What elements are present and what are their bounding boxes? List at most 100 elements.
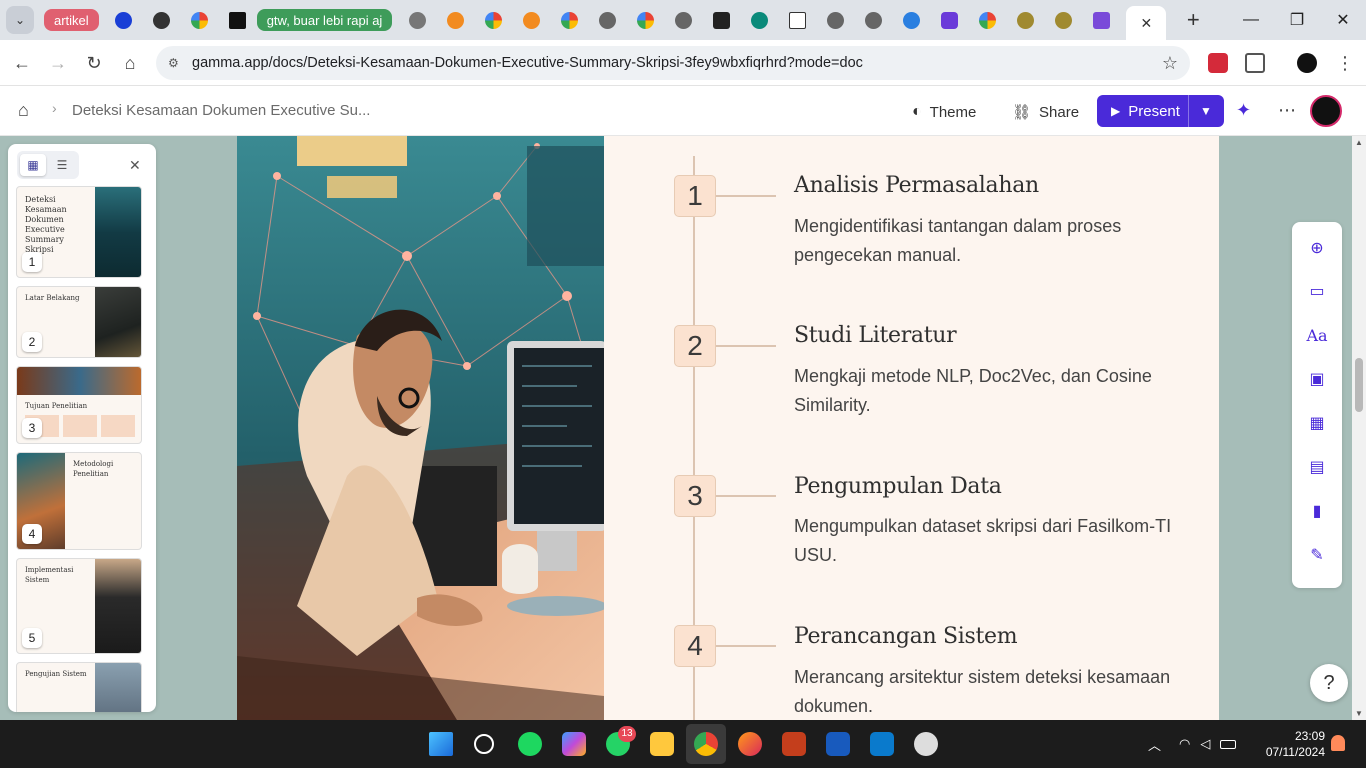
tab-favicon[interactable]	[518, 6, 544, 34]
vscode-icon[interactable]	[870, 732, 894, 756]
battery-icon[interactable]	[1220, 739, 1237, 749]
step-connector	[716, 195, 776, 197]
edit-form-icon[interactable]: ✎	[1307, 545, 1327, 565]
image-icon[interactable]: ▣	[1307, 369, 1327, 389]
window-close-button[interactable]: ✕	[1320, 0, 1366, 40]
scroll-up-icon[interactable]: ▲	[1355, 138, 1363, 147]
reload-button[interactable]: ↻	[79, 48, 109, 78]
volume-icon[interactable]: ◁	[1200, 736, 1210, 752]
step-number-3: 3	[674, 475, 716, 517]
ai-sparkle-icon[interactable]: ✦	[1236, 100, 1251, 121]
search-icon[interactable]	[474, 734, 494, 754]
slide-thumbnail-3[interactable]: Tujuan Penelitian 3	[16, 366, 142, 444]
thumbnail-image	[95, 287, 141, 357]
tab-favicon[interactable]	[670, 6, 696, 34]
profile-avatar[interactable]	[1297, 53, 1317, 73]
tab-medium[interactable]	[225, 6, 251, 34]
close-icon[interactable]: ✕	[1140, 15, 1152, 32]
tab-google[interactable]	[632, 6, 658, 34]
tab-google[interactable]	[974, 6, 1000, 34]
tab-favicon[interactable]	[442, 6, 468, 34]
user-avatar[interactable]	[1310, 95, 1342, 127]
notification-bell-icon[interactable]	[1331, 735, 1345, 751]
present-dropdown[interactable]: ▼	[1189, 104, 1223, 118]
home-button[interactable]: ⌂	[115, 48, 145, 78]
tab-favicon[interactable]	[1050, 6, 1076, 34]
tab-favicon[interactable]	[936, 6, 962, 34]
firefox-icon[interactable]	[738, 732, 762, 756]
slide-thumbnail-5[interactable]: Implementasi Sistem 5	[16, 558, 142, 654]
slide-thumbnail-1[interactable]: Deteksi Kesamaan Dokumen Executive Summa…	[16, 186, 142, 278]
embed-icon[interactable]: ▤	[1307, 457, 1327, 477]
tab-favicon[interactable]	[111, 6, 137, 34]
copilot-icon[interactable]	[562, 732, 586, 756]
maximize-button[interactable]: ❐	[1274, 0, 1320, 40]
step-title-2: Studi Literatur	[794, 323, 957, 348]
video-icon[interactable]: ▦	[1307, 413, 1327, 433]
help-button[interactable]: ?	[1310, 664, 1348, 702]
scroll-down-icon[interactable]: ▼	[1355, 709, 1363, 718]
tab-search-button[interactable]: ⌄	[6, 6, 34, 34]
wifi-icon[interactable]: ◠	[1179, 736, 1190, 752]
spotify-icon[interactable]	[518, 732, 542, 756]
home-icon[interactable]: ⌂	[18, 100, 29, 121]
add-card-icon[interactable]: ⊕	[1307, 238, 1327, 258]
forward-button[interactable]: →	[43, 48, 73, 78]
tab-favicon[interactable]	[708, 6, 734, 34]
slide-thumbnail-6[interactable]: Pengujian Sistem	[16, 662, 142, 712]
browser-menu-icon[interactable]: ⋮	[1335, 53, 1355, 73]
start-menu-icon[interactable]	[429, 732, 453, 756]
tab-favicon[interactable]	[594, 6, 620, 34]
step-number-2: 2	[674, 325, 716, 367]
tab-active-gamma[interactable]: ✕	[1126, 6, 1167, 40]
close-panel-icon[interactable]: ✕	[129, 157, 141, 174]
tab-favicon[interactable]	[898, 6, 924, 34]
breadcrumb[interactable]: Deteksi Kesamaan Dokumen Executive Su...	[72, 102, 370, 119]
thumbnail-image	[17, 367, 141, 395]
page-scrollbar[interactable]: ▲ ▼	[1352, 136, 1366, 720]
chevron-up-icon[interactable]: ︿	[1148, 735, 1161, 754]
tab-favicon[interactable]	[1012, 6, 1038, 34]
chrome-icon[interactable]	[694, 732, 718, 756]
tab-favicon[interactable]	[149, 6, 175, 34]
link-icon: ⛓	[1012, 104, 1032, 121]
extensions-puzzle-icon[interactable]	[1245, 53, 1265, 73]
slide-thumbnail-2[interactable]: Latar Belakang 2	[16, 286, 142, 358]
tab-chrome[interactable]	[404, 6, 430, 34]
theme-button[interactable]: ◐ Theme	[912, 98, 976, 126]
editor-workspace: ▦ ☰ ✕ Deteksi Kesamaan Dokumen Executive…	[0, 136, 1352, 720]
powerpoint-icon[interactable]	[782, 732, 806, 756]
back-button[interactable]: ←	[7, 48, 37, 78]
scroll-thumb[interactable]	[1355, 358, 1363, 412]
layout-icon[interactable]: ▭	[1307, 281, 1327, 301]
text-style-icon[interactable]: Aa	[1306, 325, 1327, 345]
tab-google[interactable]	[480, 6, 506, 34]
present-button[interactable]: ▶ Present ▼	[1097, 95, 1224, 127]
tab-favicon[interactable]	[822, 6, 848, 34]
new-tab-button[interactable]: +	[1180, 7, 1206, 33]
clock[interactable]: 23:09 07/11/2024	[1255, 728, 1325, 760]
list-view-icon[interactable]: ☰	[49, 154, 75, 176]
tab-google[interactable]	[187, 6, 213, 34]
slide-thumbnail-4[interactable]: Metodologi Penelitian 4	[16, 452, 142, 550]
tab-favicon[interactable]	[784, 6, 810, 34]
url-field[interactable]: ⚙ gamma.app/docs/Deteksi-Kesamaan-Dokume…	[156, 46, 1190, 80]
file-explorer-icon[interactable]	[650, 732, 674, 756]
minimize-button[interactable]: —	[1228, 0, 1274, 40]
document-card: 1 Analisis Permasalahan Mengidentifikasi…	[237, 136, 1219, 720]
chart-icon[interactable]: ▮	[1307, 501, 1327, 521]
tab-group-gtw[interactable]: gtw, buar lebi rapi aj	[256, 6, 393, 34]
tab-favicon[interactable]	[746, 6, 772, 34]
media-player-icon[interactable]	[914, 732, 938, 756]
share-button[interactable]: ⛓ Share	[1012, 98, 1079, 126]
grid-view-icon[interactable]: ▦	[20, 154, 46, 176]
tab-google[interactable]	[556, 6, 582, 34]
word-icon[interactable]	[826, 732, 850, 756]
tab-favicon[interactable]	[1088, 6, 1114, 34]
extension-icon[interactable]	[1208, 53, 1228, 73]
tab-group-artikel[interactable]: artikel	[44, 6, 99, 34]
more-options-icon[interactable]: ⋯	[1278, 100, 1296, 121]
bookmark-star-icon[interactable]: ☆	[1162, 53, 1178, 74]
site-info-icon[interactable]: ⚙	[168, 56, 179, 70]
tab-favicon[interactable]	[860, 6, 886, 34]
